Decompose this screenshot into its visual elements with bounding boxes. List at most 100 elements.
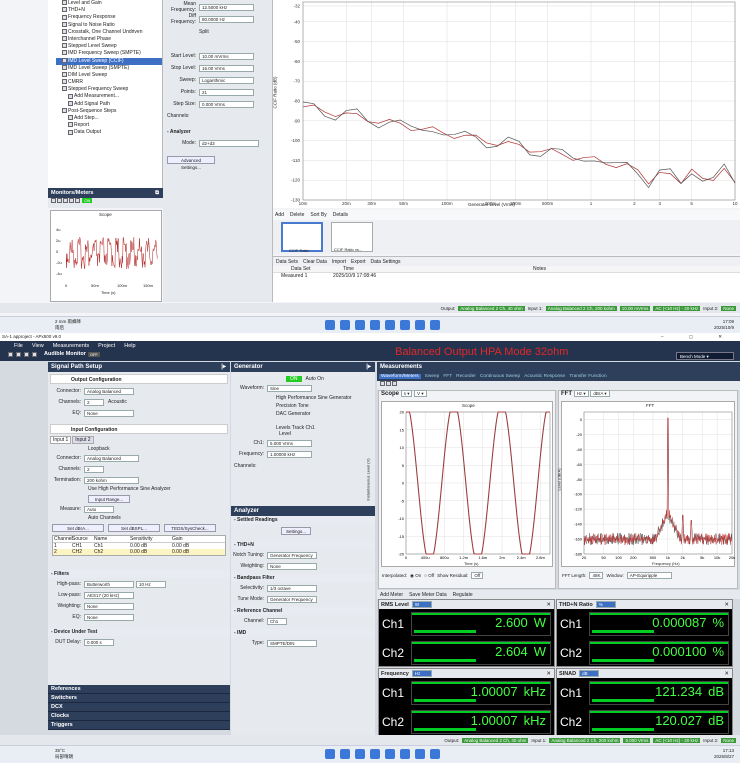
checkbox-icon[interactable] xyxy=(62,86,67,92)
tree-item[interactable]: IMD Level Sweep (SMPTE) xyxy=(56,65,162,72)
field-value[interactable]: 16.00 Vrms xyxy=(199,64,254,72)
data-settings-button[interactable]: Data Settings xyxy=(371,259,401,265)
thdn-weighting-value[interactable]: None xyxy=(267,562,317,570)
meter-unit-select[interactable]: % xyxy=(595,601,616,608)
app-icon[interactable] xyxy=(400,320,410,330)
gen-radio-hps_gen[interactable]: High Performance Sine Generator xyxy=(231,395,375,401)
weather-widget[interactable]: 2 mm 雨蜂降 雨后 xyxy=(55,319,81,331)
ref-channel-value[interactable]: Ch1 xyxy=(267,617,287,625)
monitor-on-badge[interactable]: ON xyxy=(82,198,93,203)
input-tab[interactable]: Input 1 xyxy=(50,436,72,444)
bench-mode-select[interactable]: Bench Mode ▾ xyxy=(676,352,734,360)
sidebar-section-clocks[interactable]: Clocks xyxy=(48,712,230,721)
weighting-value[interactable]: None xyxy=(84,602,134,610)
waveform-value[interactable]: Sine xyxy=(267,384,312,392)
fft-x-select[interactable]: Hz ▾ xyxy=(573,390,589,397)
field-value[interactable]: 12.5000 kHz xyxy=(199,3,254,11)
selectivity-value[interactable]: 1/3 octave xyxy=(267,584,317,592)
checkbox-icon[interactable] xyxy=(62,43,67,49)
add-meter-button[interactable]: Add Meter xyxy=(380,592,403,598)
checkbox-icon[interactable] xyxy=(68,100,73,106)
channel-cell[interactable]: 0.00 dB xyxy=(129,549,171,555)
files-icon[interactable] xyxy=(355,320,365,330)
close-icon[interactable]: ✕ xyxy=(724,671,729,677)
import-button[interactable]: Import xyxy=(332,259,346,265)
eq2-value[interactable]: None xyxy=(84,613,134,621)
checkbox-icon[interactable] xyxy=(62,0,67,6)
meas-tab[interactable]: Acoustic Response xyxy=(524,374,565,379)
thumb-ccif-ratio[interactable]: CCIF Ratio xyxy=(281,222,323,253)
tool-icon[interactable] xyxy=(51,198,56,204)
meter-unit-select[interactable]: W xyxy=(411,601,432,608)
tree-item[interactable]: IMD Frequency Sweep (SMPTE) xyxy=(56,50,162,57)
connector-value[interactable]: Analog Balanced xyxy=(84,387,134,395)
tree-item[interactable]: Level and Gain xyxy=(56,0,162,7)
input-tab[interactable]: Input 2 xyxy=(72,436,94,444)
checkbox-icon[interactable] xyxy=(62,7,67,13)
lowpass-value[interactable]: AES17 (20 kHz) xyxy=(84,591,134,599)
checkbox-icon[interactable] xyxy=(62,28,67,34)
tool-icon[interactable] xyxy=(75,198,80,204)
app-icon[interactable] xyxy=(430,749,440,759)
thumb-ccif-ratio-vs[interactable]: CCIF Ratio vs... xyxy=(331,222,373,252)
meter-unit-select[interactable]: dB xyxy=(579,670,600,677)
menu-view[interactable]: View xyxy=(32,343,44,349)
checkbox-icon[interactable] xyxy=(62,14,67,20)
hps-analyzer-checkbox[interactable]: Use High Performance Sine Analyzer xyxy=(48,486,230,492)
fft-unit-select[interactable]: dBrA ▾ xyxy=(590,390,610,397)
sidebar-section-references[interactable]: References xyxy=(48,685,230,694)
app-icon[interactable] xyxy=(415,320,425,330)
meter-unit-select[interactable]: Hz xyxy=(411,670,432,677)
gen-radio-precision[interactable]: Precision Tone xyxy=(231,403,375,409)
tree-item[interactable]: THD+N xyxy=(56,7,162,14)
checkbox-icon[interactable] xyxy=(68,115,73,121)
frequency-value[interactable]: 1.00000 kHz xyxy=(267,450,312,458)
weather-widget[interactable]: 35°C 局部晴朗 xyxy=(55,748,73,760)
notch-value[interactable]: Generator Frequency xyxy=(267,551,317,559)
clear-data-button[interactable]: Clear Data xyxy=(303,259,327,265)
acoustic-checkbox[interactable]: Acoustic xyxy=(108,399,127,405)
tree-item[interactable]: Post-Sequence Steps xyxy=(56,108,162,115)
tool-icon[interactable] xyxy=(380,381,385,387)
tree-item[interactable]: Interchannel Phase xyxy=(56,36,162,43)
tool-icon[interactable] xyxy=(63,198,68,204)
edge-icon[interactable] xyxy=(370,749,380,759)
meas-tab[interactable]: Sweep xyxy=(425,374,440,379)
ch1-level-value[interactable]: 5.000 Vrms xyxy=(267,439,312,447)
checkbox-icon[interactable] xyxy=(62,21,67,27)
tree-item[interactable]: Crosstalk, One Channel Undriven xyxy=(56,29,162,36)
checkbox-icon[interactable] xyxy=(62,36,67,42)
chrome-icon[interactable] xyxy=(385,749,395,759)
tree-item[interactable]: CMRR xyxy=(56,79,162,86)
field-value[interactable]: 10.00 mVrms xyxy=(199,52,254,60)
field-value[interactable]: 0.000 Vrms xyxy=(199,100,254,108)
tool-icon[interactable] xyxy=(386,381,391,387)
channel-row[interactable]: 2 CH2 Ch2 0.00 dB 0.00 dB xyxy=(53,549,225,555)
tree-item[interactable]: IMD Level Sweep (CCIF) xyxy=(56,57,162,65)
audible-monitor-toggle[interactable]: OFF xyxy=(87,351,100,357)
fft-length-select[interactable]: 48K xyxy=(589,572,604,579)
open-icon[interactable] xyxy=(16,351,21,357)
interp-on-radio[interactable]: ◉ On xyxy=(410,573,421,579)
regulate-button[interactable]: Regulate xyxy=(453,592,473,598)
tree-item[interactable]: Stepped Frequency Sweep xyxy=(56,86,162,93)
tree-item[interactable]: Add Step... xyxy=(56,115,162,122)
data-set-row[interactable]: Measured 1 2025/10/9 17:08:46 xyxy=(273,273,740,280)
checkbox-icon[interactable] xyxy=(62,79,67,85)
graph-toolbar-delete-button[interactable]: Delete xyxy=(290,212,304,218)
tree-item[interactable]: Data Output xyxy=(56,129,162,136)
chrome-icon[interactable] xyxy=(385,320,395,330)
gen-radio-dac[interactable]: DAC Generator xyxy=(231,411,375,417)
app-icon[interactable] xyxy=(430,320,440,330)
tree-item[interactable]: Signal to Noise Ratio xyxy=(56,22,162,29)
collapse-icon[interactable]: |▸ xyxy=(221,362,226,372)
tree-item[interactable]: Add Measurement... xyxy=(56,93,162,100)
advanced-settings-button[interactable]: Advanced Settings... xyxy=(167,156,215,170)
save-meter-data-button[interactable]: Save Meter Data xyxy=(409,592,447,598)
auto-on-checkbox[interactable]: Auto On xyxy=(306,376,324,382)
files-icon[interactable] xyxy=(355,749,365,759)
auto-channels-checkbox[interactable]: Auto Channels xyxy=(48,515,230,521)
meas-tab[interactable]: Continuous Sweep xyxy=(480,374,520,379)
channels-value[interactable]: 2 xyxy=(84,398,104,406)
export-button[interactable]: Export xyxy=(351,259,365,265)
